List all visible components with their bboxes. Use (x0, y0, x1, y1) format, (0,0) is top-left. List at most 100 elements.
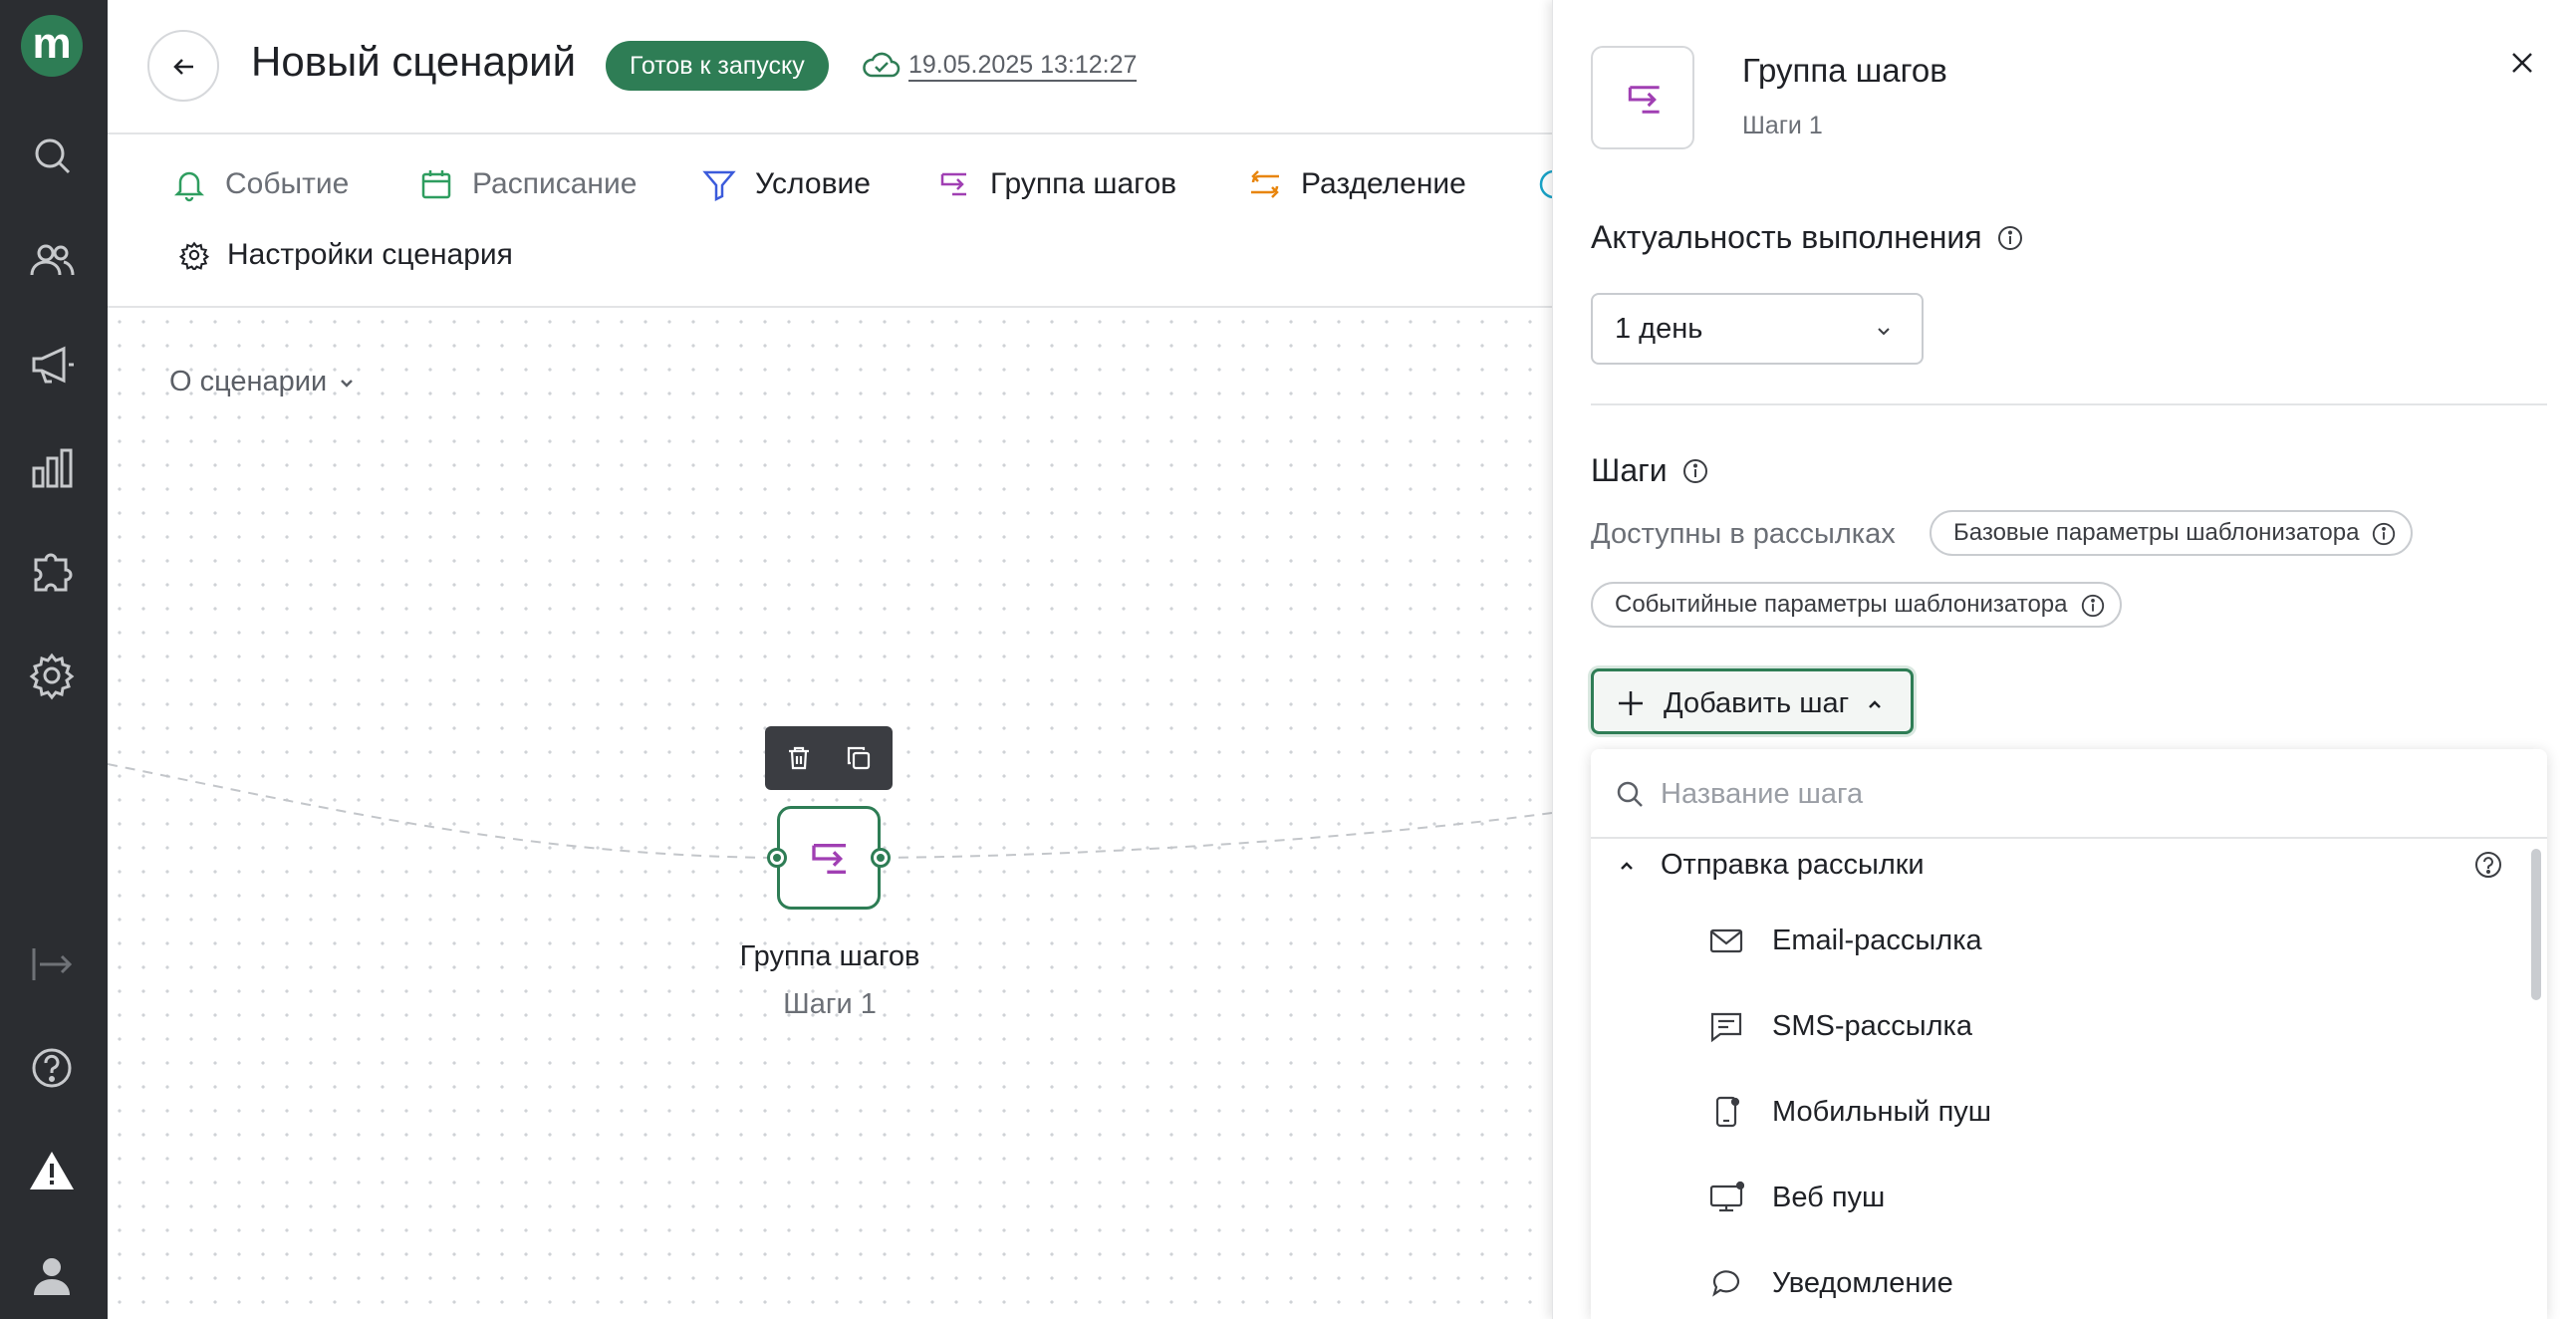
tool-step-group[interactable]: Группа шагов (936, 159, 1176, 209)
tool-schedule-label: Расписание (472, 167, 638, 200)
duplicate-node-button[interactable] (841, 740, 877, 776)
chip-label: Событийные параметры шаблонизатора (1615, 591, 2068, 618)
option-label: Уведомление (1772, 1267, 1953, 1299)
mailing-group-header[interactable]: Отправка рассылки (1591, 841, 2527, 891)
relevance-section-title: Актуальность выполнения (1591, 219, 2024, 256)
close-panel-button[interactable] (2504, 45, 2540, 81)
scenario-settings-label: Настройки сценария (227, 238, 513, 271)
tool-condition-label: Условие (755, 167, 871, 200)
logo[interactable]: m (21, 15, 83, 77)
node-title: Группа шагов (739, 940, 920, 972)
close-icon (2512, 53, 2532, 73)
tool-event-label: Событие (225, 167, 350, 200)
add-step-label: Добавить шаг (1664, 687, 1850, 719)
status-badge: Готов к запуску (606, 41, 829, 91)
tool-step-group-label: Группа шагов (990, 167, 1177, 200)
option-label: Веб пуш (1772, 1182, 1886, 1213)
steps-title: Шаги (1591, 452, 1668, 488)
save-timestamp[interactable]: 19.05.2025 13:12:27 (908, 50, 1138, 82)
option-label: Мобильный пуш (1772, 1096, 1992, 1128)
step-search-input[interactable] (1661, 769, 2507, 819)
web-push-icon (1709, 1181, 1744, 1212)
option-web-push[interactable]: Веб пуш (1591, 1158, 2527, 1237)
node-actions-toolbar (765, 726, 893, 790)
mailing-group-label: Отправка рассылки (1661, 849, 1925, 881)
partial-icon (1539, 169, 1552, 199)
panel-subtitle: Шаги 1 (1742, 112, 1823, 139)
option-label: SMS-рассылка (1772, 1010, 1972, 1042)
tool-condition[interactable]: Условие (701, 159, 871, 209)
users-icon[interactable] (26, 235, 78, 287)
chart-icon[interactable] (26, 442, 78, 494)
header: Новый сценарий Готов к запуску 19.05.202… (108, 0, 1552, 134)
step-group-icon (812, 844, 846, 874)
gear-icon (179, 241, 209, 270)
alert-icon[interactable] (26, 1146, 78, 1197)
step-group-icon (1628, 86, 1660, 114)
user-icon[interactable] (26, 1249, 78, 1301)
add-step-button[interactable]: Добавить шаг (1591, 668, 1914, 734)
search-icon (1617, 781, 1643, 807)
steps-section-title: Шаги (1591, 452, 1709, 489)
tool-split-label: Разделение (1301, 167, 1466, 200)
left-nav-rail: m (0, 0, 108, 1319)
puzzle-icon[interactable] (26, 546, 78, 598)
mail-icon (1709, 928, 1743, 953)
search-icon[interactable] (26, 130, 78, 181)
tool-more-partial[interactable] (1536, 159, 1552, 209)
scenario-canvas[interactable]: О сценарии Группа шагов Шаги 1 (108, 310, 1552, 1319)
copy-icon (847, 746, 871, 770)
filter-icon (702, 170, 736, 202)
available-in-mailings-label: Доступны в рассылках (1591, 518, 1896, 550)
tool-event[interactable]: Событие (171, 159, 349, 209)
panel-title: Группа шагов (1742, 52, 1947, 89)
about-scenario-label: О сценарии (169, 366, 328, 397)
chevron-down-icon (1878, 328, 1890, 336)
back-button[interactable] (147, 30, 219, 102)
info-icon (2373, 522, 2396, 546)
step-group-icon (940, 172, 966, 196)
step-group-settings-panel: Группа шагов Шаги 1 Актуальность выполне… (1552, 0, 2576, 1319)
divider (1591, 403, 2547, 405)
tool-split[interactable]: Разделение (1247, 159, 1466, 209)
trash-icon (789, 746, 809, 770)
relevance-value: 1 день (1615, 313, 1703, 345)
option-label: Email-рассылка (1772, 924, 1982, 956)
megaphone-icon[interactable] (26, 339, 78, 391)
chevron-up-icon (1869, 700, 1881, 708)
step-group-node[interactable] (777, 806, 881, 910)
about-scenario-toggle[interactable]: О сценарии (169, 366, 357, 398)
option-notification[interactable]: Уведомление (1591, 1243, 2527, 1319)
plus-icon (1619, 691, 1643, 715)
step-search (1591, 749, 2547, 839)
info-icon[interactable] (1996, 224, 2024, 252)
expand-icon[interactable] (26, 938, 78, 990)
base-template-params-chip[interactable]: Базовые параметры шаблонизатора (1930, 510, 2414, 556)
add-step-dropdown: Отправка рассылки Email-рассылка SMS-рас… (1591, 749, 2547, 1319)
option-sms[interactable]: SMS-рассылка (1591, 986, 2527, 1066)
info-icon[interactable] (1681, 457, 1709, 485)
relevance-title: Актуальность выполнения (1591, 219, 1982, 255)
tool-schedule[interactable]: Расписание (418, 159, 637, 209)
sms-icon (1710, 1012, 1742, 1043)
option-email[interactable]: Email-рассылка (1591, 901, 2527, 980)
gear-icon[interactable] (26, 650, 78, 701)
option-mobile-push[interactable]: Мобильный пуш (1591, 1072, 2527, 1152)
node-toolbar-palette: Событие Расписание Условие Группа шагов … (108, 136, 1552, 308)
info-icon (2081, 594, 2104, 618)
calendar-icon (421, 170, 451, 199)
event-template-params-chip[interactable]: Событийные параметры шаблонизатора (1591, 582, 2122, 628)
help-icon[interactable] (2473, 850, 2503, 880)
help-icon[interactable] (26, 1042, 78, 1094)
chevron-up-icon (1621, 862, 1633, 870)
logo-letter: m (32, 19, 72, 68)
node-output-port[interactable] (871, 848, 891, 868)
panel-node-icon (1591, 46, 1694, 149)
delete-node-button[interactable] (781, 740, 817, 776)
notification-icon (1712, 1270, 1740, 1297)
mobile-push-icon (1715, 1096, 1740, 1128)
dropdown-scrollbar[interactable] (2531, 849, 2541, 1000)
relevance-select[interactable]: 1 день (1591, 293, 1924, 365)
node-input-port[interactable] (767, 848, 787, 868)
scenario-settings-button[interactable]: Настройки сценария (179, 230, 513, 280)
